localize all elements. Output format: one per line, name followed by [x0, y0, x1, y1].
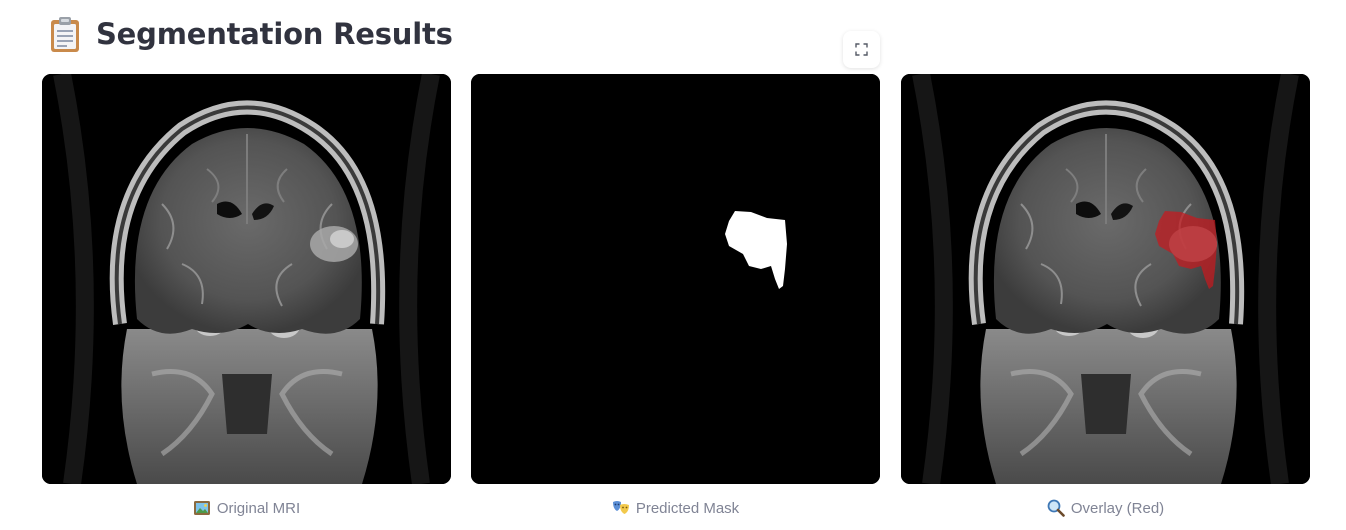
performing-arts-icon [612, 501, 629, 514]
framed-picture-icon [193, 501, 210, 515]
page-header: Segmentation Results [48, 12, 453, 56]
overlay-red-caption: Overlay (Red) [901, 497, 1310, 519]
predicted-mask-image[interactable] [471, 74, 880, 484]
original-mri-caption: Original MRI [42, 497, 451, 519]
caption-text: Original MRI [216, 499, 301, 517]
fullscreen-button[interactable] [843, 31, 880, 68]
page-title: Segmentation Results [96, 17, 453, 51]
overlay-red-image[interactable] [901, 74, 1310, 484]
overlay-red-graphic [901, 74, 1310, 484]
original-mri-graphic [42, 74, 451, 484]
caption-text: Predicted Mask [635, 499, 740, 517]
original-mri-image[interactable] [42, 74, 451, 484]
predicted-mask-caption: Predicted Mask [471, 497, 880, 519]
caption-text: Overlay (Red) [1070, 499, 1165, 517]
segmentation-results-page: Segmentation Results Original MRI Predic… [0, 0, 1346, 530]
clipboard-icon [51, 17, 79, 52]
predicted-mask-graphic [471, 74, 880, 484]
magnifying-glass-icon [1047, 499, 1065, 517]
fullscreen-expand-icon [855, 43, 868, 56]
